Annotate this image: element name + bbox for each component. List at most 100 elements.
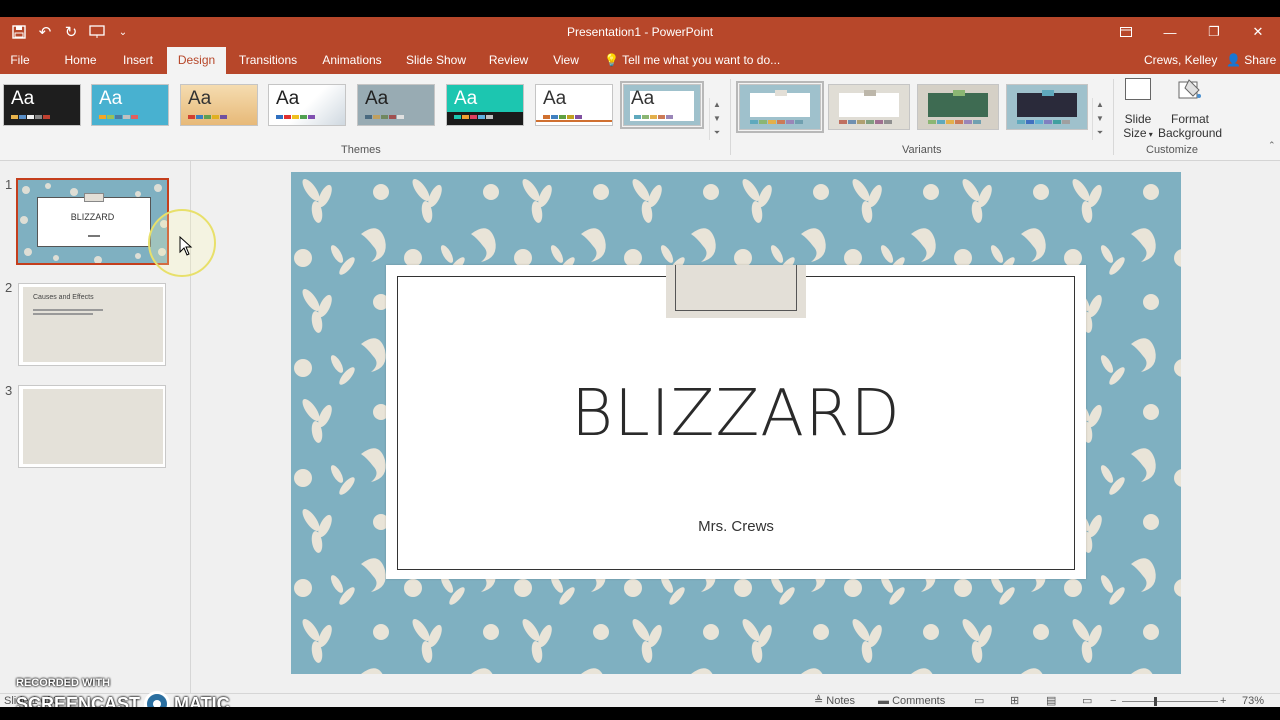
zoom-out-icon[interactable]: −: [1110, 694, 1116, 707]
more-icon[interactable]: ⏷: [1093, 126, 1107, 140]
variants-group-label: Variants: [902, 144, 942, 156]
variant-tab: [864, 90, 876, 96]
window-controls: — ❐ ✕: [1104, 17, 1280, 47]
normal-view-icon[interactable]: ▭: [974, 694, 984, 707]
zoom-slider-thumb[interactable]: [1154, 697, 1157, 706]
thumbnail-card: [37, 197, 151, 247]
slide-size-label-2: Size ▾: [1119, 126, 1157, 140]
mouse-pointer-icon: [179, 236, 193, 256]
tab-animations[interactable]: Animations: [318, 47, 386, 74]
theme-thumb-5[interactable]: Aa: [357, 84, 435, 126]
more-icon[interactable]: ⏷: [710, 126, 724, 140]
thumbnail-bullet-1: [33, 309, 103, 311]
variant-tab: [775, 90, 787, 96]
variant-thumb-1[interactable]: [736, 81, 824, 133]
theme-glyph: Aa: [454, 88, 478, 109]
theme-thumb-7[interactable]: Aa: [535, 84, 613, 126]
variant-tab: [953, 90, 965, 96]
tell-me-box[interactable]: 💡 Tell me what you want to do...: [604, 47, 780, 74]
slide-number-3: 3: [5, 383, 13, 398]
theme-thumb-4[interactable]: Aa: [268, 84, 346, 126]
window-title: Presentation1 - PowerPoint: [566, 25, 714, 39]
variant-inner: [928, 93, 988, 117]
theme-underline: [536, 120, 612, 122]
group-divider: [730, 79, 731, 155]
watermark-text-b: MATIC: [174, 693, 230, 708]
format-bg-label-2: Background: [1158, 126, 1223, 140]
slide-sorter-icon[interactable]: ⊞: [1010, 694, 1019, 707]
variant-swatches: [1017, 120, 1070, 124]
variant-thumb-4[interactable]: [1006, 84, 1088, 130]
theme-swatches: [365, 115, 404, 119]
theme-swatches: [543, 115, 582, 119]
theme-thumb-3[interactable]: Aa: [180, 84, 258, 126]
close-icon[interactable]: ✕: [1236, 17, 1280, 47]
user-account[interactable]: Crews, Kelley: [1144, 47, 1217, 74]
dropdown-caret-icon: ▾: [1146, 130, 1153, 139]
slide-size-label-text: Size: [1123, 126, 1147, 140]
variant-inner: [839, 93, 899, 117]
slide-thumbnail-3[interactable]: [18, 385, 166, 468]
decorative-tab-inner: [675, 265, 797, 311]
themes-gallery-scroll: ▲ ▼ ⏷: [709, 98, 724, 140]
slideshow-view-icon[interactable]: ▭: [1082, 694, 1092, 707]
tab-insert[interactable]: Insert: [117, 47, 159, 74]
theme-swatches: [99, 115, 138, 119]
reading-view-icon[interactable]: ▤: [1046, 694, 1056, 707]
person-icon: 👤: [1226, 53, 1241, 67]
group-divider: [1113, 79, 1114, 155]
variant-inner: [1017, 93, 1077, 117]
collapse-ribbon-icon[interactable]: ⌃: [1268, 140, 1276, 151]
notes-icon: ≜: [814, 695, 827, 707]
tab-view[interactable]: View: [549, 47, 583, 74]
slide-thumbnail-1[interactable]: BLIZZARD: [16, 178, 169, 265]
theme-swatches: [276, 115, 315, 119]
slide-canvas[interactable]: BLIZZARD Mrs. Crews: [291, 172, 1181, 674]
slide-thumbnail-2[interactable]: Causes and Effects: [18, 283, 166, 366]
theme-thumb-8-selected[interactable]: Aa: [620, 81, 704, 129]
customize-group-label: Customize: [1146, 144, 1198, 156]
tab-home[interactable]: Home: [58, 47, 103, 74]
comments-label: Comments: [892, 695, 946, 707]
tab-review[interactable]: Review: [486, 47, 531, 74]
slide-title[interactable]: BLIZZARD: [291, 377, 1181, 451]
variant-thumb-2[interactable]: [828, 84, 910, 130]
thumbnail-subtitle-mark: [88, 235, 100, 237]
scroll-down-icon[interactable]: ▼: [710, 112, 724, 126]
minimize-icon[interactable]: —: [1148, 17, 1192, 47]
powerpoint-window: ↶ ↻ ⌄ Presentation1 - PowerPoint — ❐ ✕ F…: [0, 17, 1280, 707]
restore-icon[interactable]: ❐: [1192, 17, 1236, 47]
theme-swatches: [634, 115, 673, 119]
theme-thumb-6[interactable]: Aa: [446, 84, 524, 126]
themes-group-label: Themes: [341, 144, 381, 156]
tab-file[interactable]: File: [0, 47, 40, 74]
variant-thumb-3[interactable]: [917, 84, 999, 130]
scroll-down-icon[interactable]: ▼: [1093, 112, 1107, 126]
share-button[interactable]: 👤 Share: [1226, 47, 1276, 74]
zoom-in-icon[interactable]: +: [1220, 694, 1226, 707]
theme-glyph: Aa: [276, 88, 300, 109]
slide-size-button[interactable]: Slide Size ▾: [1119, 78, 1157, 140]
slide-size-label-1: Slide: [1124, 112, 1152, 126]
scroll-up-icon[interactable]: ▲: [710, 98, 724, 112]
theme-glyph: Aa: [188, 88, 212, 109]
format-bg-label-1: Format: [1170, 112, 1209, 126]
notes-button[interactable]: ≜ Notes: [814, 694, 855, 707]
zoom-level[interactable]: 73%: [1242, 694, 1264, 707]
restore-ribbon-icon[interactable]: [1104, 17, 1148, 47]
theme-glyph: Aa: [543, 88, 567, 109]
tab-slide-show[interactable]: Slide Show: [403, 47, 469, 74]
format-background-button[interactable]: Format Background: [1158, 78, 1222, 140]
format-background-icon: [1177, 78, 1203, 102]
tab-design[interactable]: Design: [167, 47, 226, 74]
theme-thumb-2[interactable]: Aa: [91, 84, 169, 126]
screencast-logo-icon: [144, 691, 171, 707]
zoom-slider[interactable]: [1122, 701, 1218, 702]
theme-thumb-1[interactable]: Aa: [3, 84, 81, 126]
slide-subtitle[interactable]: Mrs. Crews: [291, 518, 1181, 535]
tab-transitions[interactable]: Transitions: [236, 47, 300, 74]
theme-glyph: Aa: [365, 88, 389, 109]
slide-size-icon: [1125, 78, 1151, 100]
scroll-up-icon[interactable]: ▲: [1093, 98, 1107, 112]
comments-button[interactable]: ▬ Comments: [878, 694, 945, 707]
